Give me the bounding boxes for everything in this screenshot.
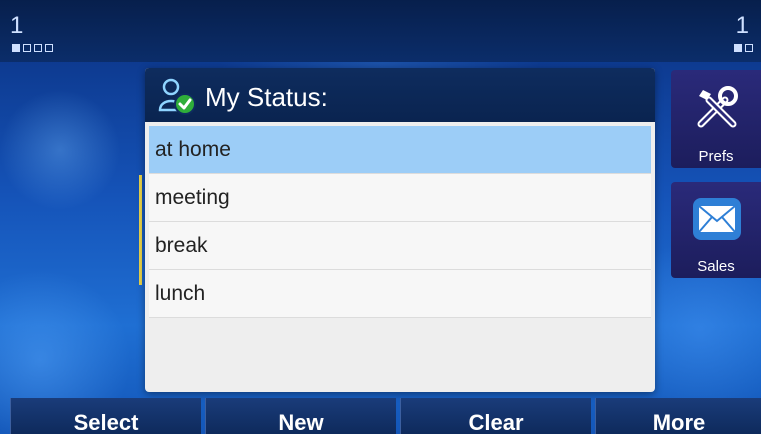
list-item[interactable]: lunch	[149, 270, 651, 318]
my-status-dialog: My Status: at home meeting break lunch	[145, 68, 655, 392]
line-indicator-left[interactable]: 1	[10, 14, 23, 38]
page-dot	[34, 44, 42, 52]
dialog-header: My Status:	[145, 68, 655, 122]
page-dot	[23, 44, 31, 52]
phone-screen: 1 1 My Status: at home meeting break lun…	[0, 0, 761, 434]
prefs-app-tile[interactable]: Prefs	[671, 70, 761, 168]
more-softkey[interactable]: More	[595, 398, 761, 434]
dialog-title: My Status:	[205, 82, 328, 112]
focus-marker	[139, 175, 142, 285]
envelope-icon	[693, 198, 741, 240]
select-softkey[interactable]: Select	[10, 398, 201, 434]
user-status-icon	[158, 78, 196, 115]
prefs-label: Prefs	[698, 148, 734, 165]
softkey-bar: Select New Clear More	[0, 398, 761, 434]
sales-label: Sales	[697, 258, 735, 275]
list-item[interactable]: at home	[149, 126, 651, 174]
page-dot	[734, 44, 742, 52]
page-dot	[45, 44, 53, 52]
tools-icon	[697, 86, 738, 128]
page-dots-left	[12, 44, 53, 52]
page-dot	[12, 44, 20, 52]
page-dots-right	[734, 44, 753, 52]
status-list: at home meeting break lunch	[149, 126, 651, 318]
list-item[interactable]: meeting	[149, 174, 651, 222]
page-dot	[745, 44, 753, 52]
clear-softkey[interactable]: Clear	[400, 398, 591, 434]
new-softkey[interactable]: New	[205, 398, 396, 434]
line-indicator-right[interactable]: 1	[736, 14, 749, 38]
status-bar: 1 1	[0, 0, 761, 62]
sales-app-tile[interactable]: Sales	[671, 182, 761, 278]
list-item[interactable]: break	[149, 222, 651, 270]
